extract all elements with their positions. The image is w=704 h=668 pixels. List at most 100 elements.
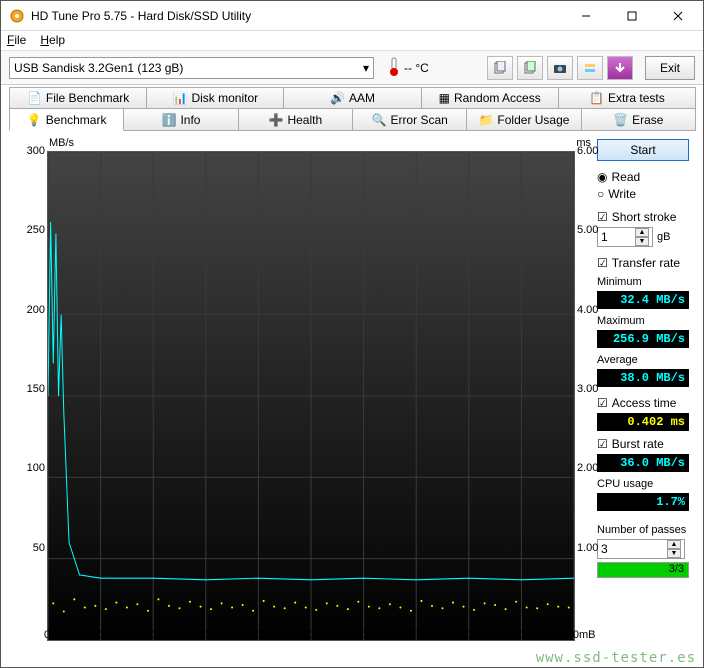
folder-icon: 📁 (478, 113, 493, 127)
info-icon: ℹ️ (162, 113, 177, 127)
burst-value: 36.0 MB/s (597, 454, 689, 472)
tab-folder-usage[interactable]: 📁Folder Usage (466, 109, 581, 131)
x-tick: 600 (355, 629, 373, 641)
plot-area (47, 151, 575, 641)
temperature: -- °C (388, 56, 429, 79)
window-title: HD Tune Pro 5.75 - Hard Disk/SSD Utility (31, 9, 563, 23)
read-radio[interactable]: ◉Read (597, 170, 689, 184)
x-tick: 400 (249, 629, 267, 641)
max-label: Maximum (597, 315, 689, 327)
y-left-tick: 300 (15, 145, 45, 157)
x-tick: 100 (91, 629, 109, 641)
start-button[interactable]: Start (597, 139, 689, 161)
y-left-label: MB/s (49, 137, 74, 149)
health-icon: ➕ (269, 113, 284, 127)
tab-erase[interactable]: 🗑️Erase (581, 109, 696, 131)
short-stroke-check[interactable]: ☑Short stroke (597, 210, 689, 224)
app-window: HD Tune Pro 5.75 - Hard Disk/SSD Utility… (0, 0, 704, 668)
x-tick: 200 (143, 629, 161, 641)
y-right-tick: 3.00 (577, 383, 607, 395)
tab-file-benchmark[interactable]: 📄File Benchmark (9, 87, 147, 109)
min-label: Minimum (597, 276, 689, 288)
y-right-tick: 6.00 (577, 145, 607, 157)
min-value: 32.4 MB/s (597, 291, 689, 309)
toolbar: USB Sandisk 3.2Gen1 (123 gB) ▾ -- °C Exi… (1, 51, 703, 85)
y-left-tick: 50 (15, 542, 45, 554)
passes-label: Number of passes (597, 524, 689, 536)
avg-label: Average (597, 354, 689, 366)
spin-icon[interactable]: ▲▼ (635, 228, 649, 246)
bulb-icon: 💡 (27, 113, 42, 127)
extra-icon: 📋 (589, 91, 604, 105)
x-tick: 1000mB (555, 629, 596, 641)
temp-value: -- °C (404, 61, 429, 75)
cpu-value: 1.7% (597, 493, 689, 511)
x-tick: 800 (460, 629, 478, 641)
copy-screenshot-button[interactable] (517, 56, 543, 80)
plot-svg (48, 152, 574, 640)
max-value: 256.9 MB/s (597, 330, 689, 348)
minimize-button[interactable] (563, 2, 609, 30)
tab-row-1: 📄File Benchmark 📊Disk monitor 🔊AAM ▦Rand… (9, 87, 695, 109)
tab-random-access[interactable]: ▦Random Access (421, 87, 559, 109)
y-right-tick: 2.00 (577, 462, 607, 474)
y-left-tick: 100 (15, 462, 45, 474)
camera-button[interactable] (547, 56, 573, 80)
y-right-tick: 1.00 (577, 542, 607, 554)
tab-info[interactable]: ℹ️Info (123, 109, 238, 131)
y-left-tick: 250 (15, 224, 45, 236)
progress-text: 3/3 (669, 563, 684, 575)
controls-pane: Start ◉Read ○Write ☑Short stroke 1▲▼ gB … (597, 137, 689, 659)
tab-extra-tests[interactable]: 📋Extra tests (558, 87, 696, 109)
x-tick: 700 (407, 629, 425, 641)
file-icon: 📄 (27, 91, 42, 105)
maximize-button[interactable] (609, 2, 655, 30)
spin-icon[interactable]: ▲▼ (667, 540, 681, 558)
menu-help[interactable]: Help (40, 33, 65, 48)
progress-bar: 3/3 (597, 562, 689, 578)
random-icon: ▦ (439, 91, 450, 105)
speaker-icon: 🔊 (330, 91, 345, 105)
y-right-tick: 5.00 (577, 224, 607, 236)
cpu-label: CPU usage (597, 478, 689, 490)
save-button[interactable] (607, 56, 633, 80)
app-icon (9, 8, 25, 24)
watermark: www.ssd-tester.es (536, 650, 696, 666)
options-button[interactable] (577, 56, 603, 80)
write-radio[interactable]: ○Write (597, 187, 689, 201)
x-tick: 300 (196, 629, 214, 641)
tabs: 📄File Benchmark 📊Disk monitor 🔊AAM ▦Rand… (1, 85, 703, 131)
titlebar: HD Tune Pro 5.75 - Hard Disk/SSD Utility (1, 1, 703, 31)
x-tick: 900 (513, 629, 531, 641)
x-tick: 0 (44, 629, 50, 641)
tab-health[interactable]: ➕Health (238, 109, 353, 131)
exit-button[interactable]: Exit (645, 56, 695, 80)
device-select[interactable]: USB Sandisk 3.2Gen1 (123 gB) ▾ (9, 57, 374, 79)
monitor-icon: 📊 (172, 91, 187, 105)
menubar: File Help (1, 31, 703, 51)
access-time-check[interactable]: ☑Access time (597, 396, 689, 410)
device-text: USB Sandisk 3.2Gen1 (123 gB) (14, 61, 183, 75)
copy-info-button[interactable] (487, 56, 513, 80)
thermometer-icon (388, 56, 400, 79)
content: MB/s ms 501001502002503001.002.003.004.0… (1, 131, 703, 667)
x-tick: 500 (302, 629, 320, 641)
gb-label: gB (657, 231, 670, 243)
avg-value: 38.0 MB/s (597, 369, 689, 387)
y-right-tick: 4.00 (577, 304, 607, 316)
chart-pane: MB/s ms 501001502002503001.002.003.004.0… (9, 137, 591, 659)
tab-benchmark[interactable]: 💡Benchmark (9, 109, 124, 131)
menu-file[interactable]: File (7, 33, 26, 48)
tab-aam[interactable]: 🔊AAM (283, 87, 421, 109)
burst-rate-check[interactable]: ☑Burst rate (597, 437, 689, 451)
dropdown-icon: ▾ (363, 61, 369, 75)
tab-error-scan[interactable]: 🔍Error Scan (352, 109, 467, 131)
trash-icon: 🗑️ (613, 113, 628, 127)
close-button[interactable] (655, 2, 701, 30)
scan-icon: 🔍 (371, 113, 386, 127)
transfer-rate-check[interactable]: ☑Transfer rate (597, 256, 689, 270)
tab-row-2: 💡Benchmark ℹ️Info ➕Health 🔍Error Scan 📁F… (9, 109, 695, 131)
passes-input[interactable]: 3▲▼ (597, 539, 685, 559)
y-left-tick: 150 (15, 383, 45, 395)
tab-disk-monitor[interactable]: 📊Disk monitor (146, 87, 284, 109)
